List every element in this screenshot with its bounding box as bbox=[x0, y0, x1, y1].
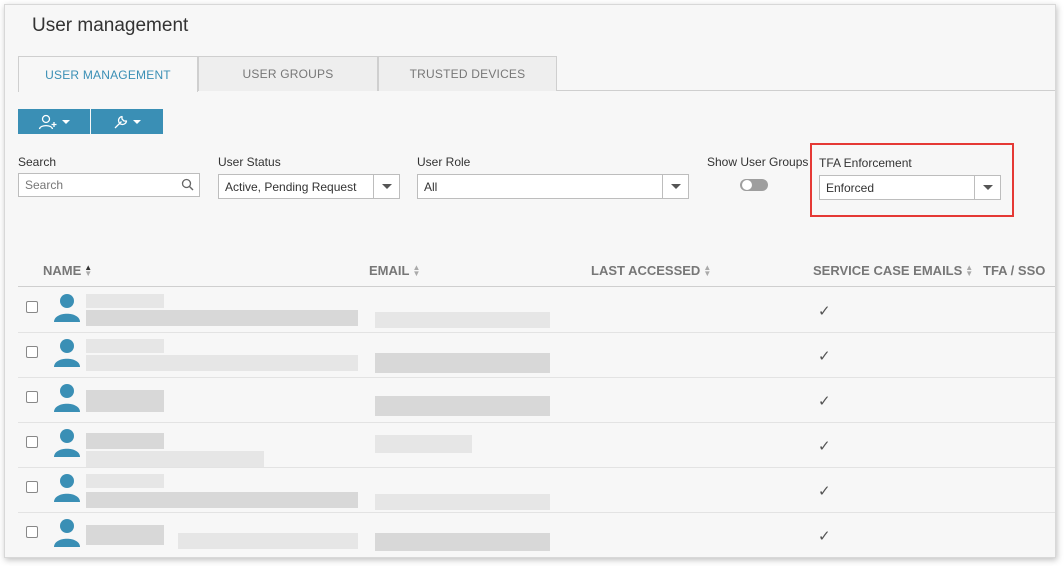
app-window: User management USER MANAGEMENT USER GRO… bbox=[4, 4, 1056, 558]
redacted-email bbox=[375, 396, 550, 416]
redacted-name bbox=[178, 533, 358, 549]
sort-icon: ▲ ▼ bbox=[412, 262, 421, 278]
check-icon: ✓ bbox=[818, 483, 831, 500]
chevron-down-icon bbox=[381, 184, 392, 189]
redacted-name bbox=[86, 390, 164, 412]
redacted-name bbox=[86, 294, 164, 308]
search-input[interactable]: Search bbox=[18, 173, 200, 197]
user-avatar-icon bbox=[54, 474, 80, 502]
column-header-tfa-sso[interactable]: TFA / SSO bbox=[983, 263, 1045, 278]
row-checkbox[interactable] bbox=[26, 481, 38, 493]
redacted-name bbox=[86, 355, 358, 371]
column-header-name[interactable]: NAME ▲ ▼ bbox=[43, 263, 92, 278]
tab-bar: USER MANAGEMENT USER GROUPS TRUSTED DEVI… bbox=[18, 56, 1055, 92]
chevron-down-icon bbox=[62, 119, 70, 124]
wrench-icon bbox=[114, 115, 128, 128]
row-checkbox[interactable] bbox=[26, 436, 38, 448]
row-checkbox[interactable] bbox=[26, 346, 38, 358]
row-checkbox[interactable] bbox=[26, 391, 38, 403]
user-avatar-icon bbox=[54, 429, 80, 457]
search-placeholder: Search bbox=[25, 178, 64, 192]
show-user-groups-label: Show User Groups bbox=[707, 155, 809, 169]
check-icon: ✓ bbox=[818, 303, 831, 320]
table-row[interactable]: ✓ bbox=[18, 423, 1055, 468]
tab-user-groups[interactable]: USER GROUPS bbox=[198, 56, 378, 91]
tools-button[interactable] bbox=[91, 109, 163, 134]
redacted-name bbox=[86, 525, 164, 545]
user-role-label: User Role bbox=[417, 155, 471, 169]
user-status-value: Active, Pending Request bbox=[225, 179, 357, 194]
column-header-email[interactable]: EMAIL ▲ ▼ bbox=[369, 263, 420, 278]
redacted-email bbox=[375, 533, 550, 551]
row-checkbox[interactable] bbox=[26, 526, 38, 538]
redacted-name bbox=[86, 451, 264, 467]
toolbar bbox=[18, 109, 163, 134]
tab-user-management[interactable]: USER MANAGEMENT bbox=[18, 56, 198, 92]
sort-icon: ▲ ▼ bbox=[703, 262, 712, 278]
sort-icon: ▲ ▼ bbox=[965, 262, 974, 278]
user-role-value: All bbox=[424, 179, 438, 194]
search-label: Search bbox=[18, 155, 57, 169]
redacted-name bbox=[86, 492, 358, 508]
highlight-box bbox=[810, 143, 1014, 217]
user-avatar-icon bbox=[54, 519, 80, 547]
redacted-name bbox=[86, 433, 164, 449]
toggle-knob bbox=[741, 179, 753, 191]
user-avatar-icon bbox=[54, 339, 80, 367]
check-icon: ✓ bbox=[818, 348, 831, 365]
column-label: NAME bbox=[43, 263, 82, 278]
user-avatar-icon bbox=[54, 294, 80, 322]
sort-icon: ▲ ▼ bbox=[84, 262, 93, 278]
table-row[interactable]: ✓ bbox=[18, 378, 1055, 423]
table-row[interactable]: ✓ bbox=[18, 333, 1055, 378]
redacted-email bbox=[375, 435, 472, 453]
column-header-last-accessed[interactable]: LAST ACCESSED ▲ ▼ bbox=[591, 263, 711, 278]
user-status-select[interactable]: Active, Pending Request bbox=[218, 174, 400, 199]
add-user-icon bbox=[38, 114, 57, 129]
table-header: NAME ▲ ▼ EMAIL ▲ ▼ LAST ACCESSED ▲ ▼ SERVIC… bbox=[18, 255, 1055, 287]
column-header-service-case-emails[interactable]: SERVICE CASE EMAILS ▲ ▼ bbox=[813, 263, 973, 278]
check-icon: ✓ bbox=[818, 438, 831, 455]
add-user-button[interactable] bbox=[18, 109, 90, 134]
row-checkbox[interactable] bbox=[26, 301, 38, 313]
redacted-email bbox=[375, 494, 550, 510]
check-icon: ✓ bbox=[818, 528, 831, 545]
table-row[interactable]: ✓ bbox=[18, 513, 1055, 557]
table-row[interactable]: ✓ bbox=[18, 468, 1055, 513]
table-row[interactable]: ✓ bbox=[18, 288, 1055, 333]
column-label: LAST ACCESSED bbox=[591, 263, 701, 278]
dropdown-button[interactable] bbox=[373, 175, 399, 198]
redacted-name bbox=[86, 474, 164, 488]
show-user-groups-toggle[interactable] bbox=[740, 179, 768, 191]
chevron-down-icon bbox=[670, 184, 681, 189]
page-title: User management bbox=[32, 15, 189, 36]
tab-trusted-devices[interactable]: TRUSTED DEVICES bbox=[378, 56, 557, 91]
user-role-select[interactable]: All bbox=[417, 174, 689, 199]
redacted-name bbox=[86, 339, 164, 353]
user-status-label: User Status bbox=[218, 155, 281, 169]
column-label: SERVICE CASE EMAILS bbox=[813, 263, 963, 278]
user-avatar-icon bbox=[54, 384, 80, 412]
search-icon[interactable] bbox=[181, 178, 194, 191]
redacted-email bbox=[375, 353, 550, 373]
column-label: TFA / SSO bbox=[983, 263, 1046, 278]
redacted-name bbox=[86, 310, 358, 326]
redacted-email bbox=[375, 312, 550, 328]
dropdown-button[interactable] bbox=[662, 175, 688, 198]
check-icon: ✓ bbox=[818, 393, 831, 410]
chevron-down-icon bbox=[133, 119, 141, 124]
column-label: EMAIL bbox=[369, 263, 410, 278]
